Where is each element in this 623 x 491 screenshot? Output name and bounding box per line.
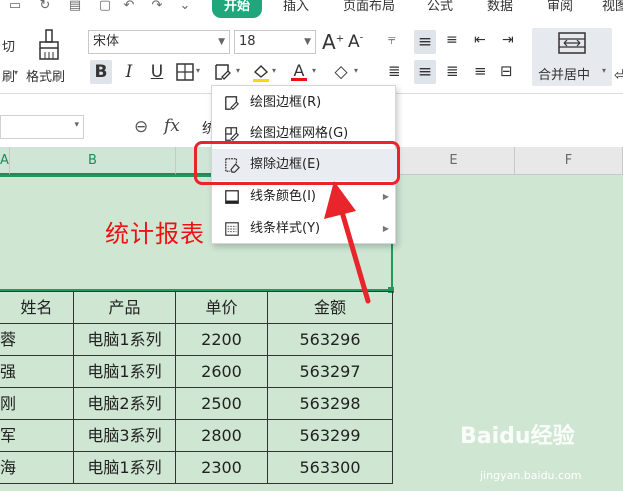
cut-label[interactable]: 切 [2,36,15,55]
decrease-indent-icon[interactable]: ⇤ [474,32,486,48]
fill-color-icon[interactable] [250,60,272,84]
cell-product[interactable]: 电脑1系列 [74,324,176,356]
draw-border-tool-icon[interactable] [212,60,234,84]
cell-amount[interactable]: 563300 [268,452,393,484]
baidu-watermark: Baidu经验 [460,424,575,449]
redo-icon[interactable]: ↷ [148,0,166,12]
dropdown-icon[interactable]: ⌄ [176,0,194,12]
italic-button[interactable]: I [118,60,140,84]
justify-icon[interactable]: ≡ [474,62,487,80]
format-painter-button[interactable]: 格式刷 [26,66,65,85]
save-icon[interactable]: ▭ [6,0,24,12]
clear-format-icon[interactable]: ◇ [328,60,354,84]
format-painter-icon[interactable] [36,28,62,62]
chevron-down-icon: ▼ [218,37,225,47]
cell-name[interactable]: 强 [0,356,74,388]
font-size-select[interactable]: 18 ▼ [234,30,316,54]
header-product[interactable]: 产品 [74,292,176,324]
cell-product[interactable]: 电脑1系列 [74,356,176,388]
font-size-value: 18 [239,34,256,49]
cell-amount[interactable]: 563298 [268,388,393,420]
header-name[interactable]: 姓名 [0,292,74,324]
merge-dropdown-icon: ▾ [602,66,607,75]
draw-border-dropdown-icon[interactable]: ▾ [236,66,240,75]
menu-item-draw-border[interactable]: 绘图边框(R) [212,87,397,119]
column-header-e[interactable]: E [393,147,515,175]
merge-center-label: 合并居中 [538,68,591,83]
tab-start[interactable]: 开始 [212,0,262,18]
cell-price[interactable]: 2500 [176,388,268,420]
tab-formula[interactable]: 公式 [420,0,460,18]
name-box[interactable]: ▾ [0,115,84,139]
align-right-icon[interactable]: ≣ [446,62,459,80]
decrease-font-icon[interactable]: A- [348,32,363,52]
wrap-icon[interactable]: ⏎ [614,66,623,84]
cell-product[interactable]: 电脑3系列 [74,420,176,452]
align-middle-icon[interactable]: ≡ [414,30,436,54]
align-top-icon[interactable]: ⫧ [388,32,396,48]
undo-icon[interactable]: ↶ [120,0,138,12]
underline-button[interactable]: U [146,60,168,84]
merge-center-button[interactable]: 合并居中 ▾ [532,28,612,86]
chevron-down-icon: ▼ [304,37,311,47]
increase-font-icon[interactable]: A+ [322,30,344,54]
column-header-f[interactable]: F [515,147,623,175]
align-center-icon[interactable]: ≡ [414,60,436,84]
quick-access-bar: ▭ ↻ ▤ ▢ ↶ ↷ ⌄ 开始 插入 页面布局 公式 数据 审阅 视图 [0,0,623,22]
increase-indent-icon[interactable]: ⇥ [502,32,514,48]
header-price[interactable]: 单价 [176,292,268,324]
undo-history-icon[interactable]: ↻ [36,0,54,12]
distribute-icon[interactable]: ⊟ [500,62,513,80]
cell-name[interactable]: 刚 [0,388,74,420]
align-bottom-icon[interactable]: ≡ [446,32,458,48]
cell-price[interactable]: 2600 [176,356,268,388]
fx-button[interactable]: fx [164,116,180,136]
zoom-formula-icon[interactable]: ⊖ [134,117,148,137]
cell-name[interactable]: 军 [0,420,74,452]
cell-price[interactable]: 2300 [176,452,268,484]
cell-price[interactable]: 2200 [176,324,268,356]
report-title[interactable]: 统计报表 [105,214,205,249]
cell-product[interactable]: 电脑1系列 [74,452,176,484]
border-button[interactable] [174,60,196,84]
font-color-dropdown-icon[interactable]: ▾ [312,66,316,75]
cell-price[interactable]: 2800 [176,420,268,452]
font-name-value: 宋体 [93,34,120,49]
cell-amount[interactable]: 563296 [268,324,393,356]
column-header-b[interactable]: B [10,147,176,175]
cell-name[interactable]: 蓉 [0,324,74,356]
font-name-select[interactable]: 宋体 ▼ [88,30,230,54]
print-icon[interactable]: ▤ [66,0,84,12]
font-color-icon[interactable]: A [288,60,310,84]
paste-dropdown-icon[interactable]: ▾ [14,68,18,77]
clear-dropdown-icon[interactable]: ▾ [354,66,358,75]
cell-amount[interactable]: 563297 [268,356,393,388]
data-table: 姓名 产品 单价 金额 蓉 电脑1系列 2200 563296 强 电脑1系列 … [0,291,393,491]
tab-data[interactable]: 数据 [480,0,520,18]
menu-label: 绘图边框网格(G) [250,126,349,141]
column-header-a[interactable]: A [0,147,10,175]
chevron-down-icon: ▾ [74,120,79,130]
align-left-icon[interactable]: ≣ [388,62,401,80]
tab-insert[interactable]: 插入 [276,0,316,18]
annotation-arrow-icon [324,181,371,304]
preview-icon[interactable]: ▢ [96,0,114,12]
menu-label: 绘图边框(R) [250,95,322,110]
baidu-watermark-url: jingyan.baidu.com [480,469,582,482]
tab-page-layout[interactable]: 页面布局 [336,0,402,18]
fill-color-dropdown-icon[interactable]: ▾ [272,66,276,75]
cell-name[interactable]: 海 [0,452,74,484]
cell-product[interactable]: 电脑2系列 [74,388,176,420]
cell-amount[interactable]: 563299 [268,420,393,452]
border-dropdown-icon[interactable]: ▾ [196,66,200,75]
tab-view[interactable]: 视图 [600,0,623,18]
tab-review[interactable]: 审阅 [540,0,580,18]
bold-button[interactable]: B [90,60,112,84]
